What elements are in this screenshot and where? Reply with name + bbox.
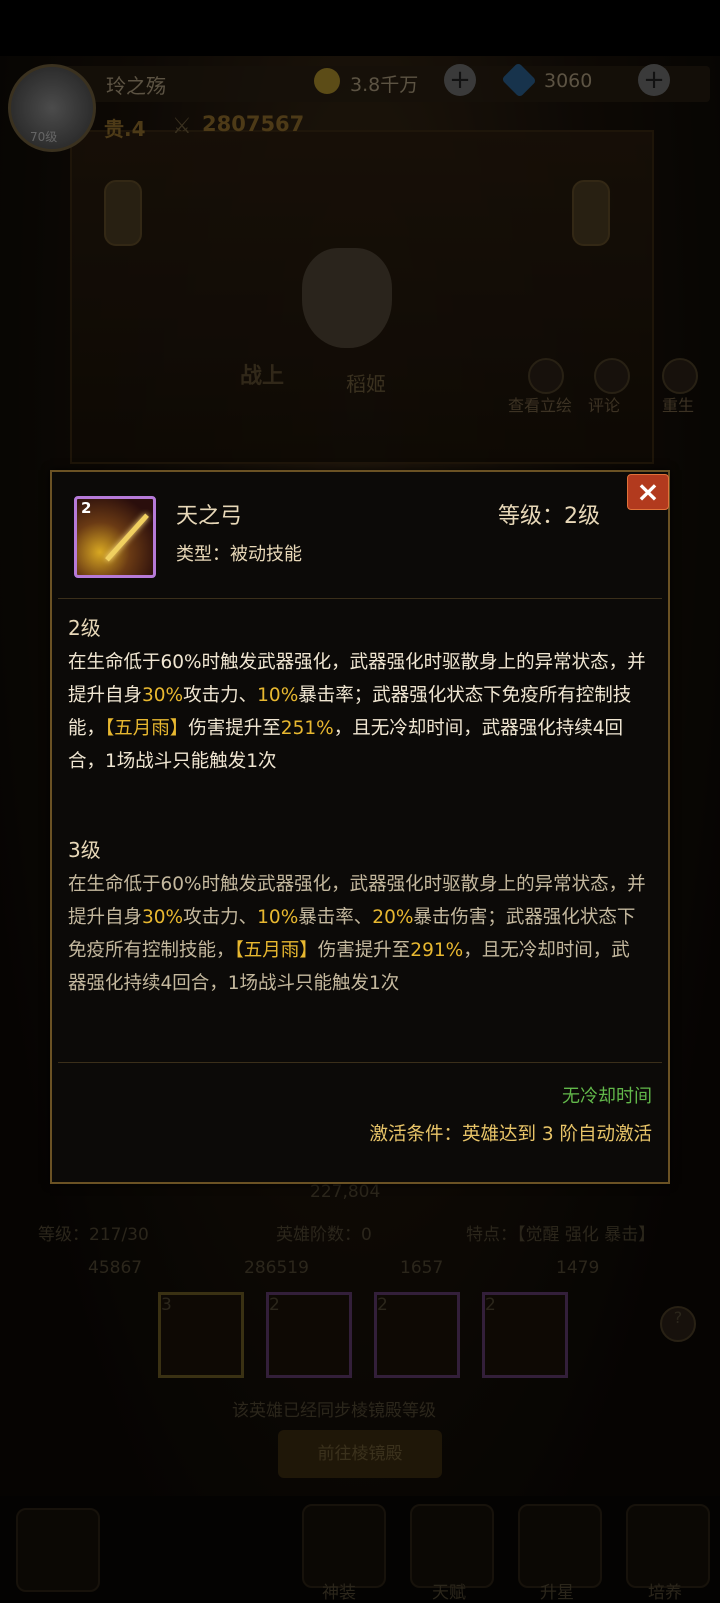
- skill-level: 等级：2级: [498, 504, 600, 529]
- description-text: 攻击力、: [183, 907, 258, 928]
- highlight-value: 30%: [142, 685, 184, 706]
- description-text: 伤害提升至: [188, 718, 281, 739]
- description-text: 伤害提升至: [317, 940, 411, 961]
- cooldown-note: 无冷却时间: [562, 1086, 652, 1107]
- description-text: 暴击率、: [298, 907, 373, 928]
- highlight-value: 30%: [142, 907, 184, 928]
- highlight-value: 251%: [280, 718, 334, 739]
- divider: [58, 1062, 662, 1063]
- skill-detail-popup: × 2 天之弓 类型：被动技能 等级：2级 2级 在生命低于60%时触发武器强化…: [50, 470, 670, 1184]
- level3-description: 在生命低于60%时触发武器强化，武器强化时驱散身上的异常状态，并提升自身30%攻…: [68, 868, 648, 1000]
- skill-icon-bow: 2: [74, 496, 156, 578]
- arrow-icon: [105, 513, 149, 562]
- description-text: 攻击力、: [183, 685, 258, 706]
- level2-heading: 2级: [68, 616, 101, 640]
- skill-name: 天之弓: [176, 504, 243, 529]
- highlight-value: 10%: [257, 685, 299, 706]
- skill-icon-level: 2: [81, 499, 92, 517]
- status-bar: [0, 0, 720, 56]
- skill-type: 类型：被动技能: [176, 544, 302, 565]
- highlight-value: 291%: [410, 940, 464, 961]
- level3-heading: 3级: [68, 838, 101, 862]
- highlight-value: 【五月雨】: [105, 718, 189, 739]
- highlight-value: 20%: [372, 907, 414, 928]
- close-button[interactable]: ×: [627, 474, 669, 510]
- activation-condition: 激活条件：英雄达到 3 阶自动激活: [369, 1124, 652, 1145]
- level2-description: 在生命低于60%时触发武器强化，武器强化时驱散身上的异常状态，并提升自身30%攻…: [68, 646, 648, 778]
- highlight-value: 【五月雨】: [234, 940, 318, 961]
- divider: [58, 598, 662, 599]
- highlight-value: 10%: [257, 907, 299, 928]
